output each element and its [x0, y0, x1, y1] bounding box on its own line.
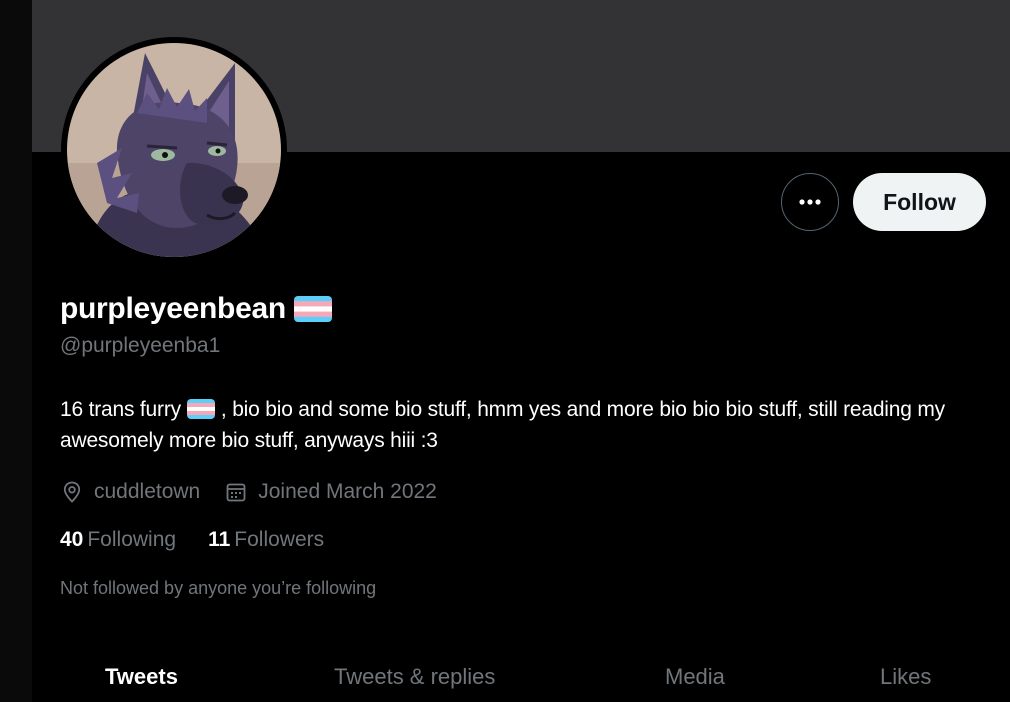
profile-bio: 16 trans furry, bio bio and some bio stu…: [60, 394, 990, 456]
tab-media[interactable]: Media: [665, 664, 725, 690]
tab-tweets[interactable]: Tweets: [105, 664, 178, 690]
followers-label: Followers: [234, 528, 325, 551]
more-options-icon: [799, 199, 821, 205]
calendar-icon: [226, 483, 246, 502]
user-handle: @purpleyeenba1: [60, 334, 221, 357]
display-name-text: purpleyeenbean: [60, 292, 286, 325]
left-edge: [0, 0, 32, 702]
avatar[interactable]: [61, 37, 287, 263]
bio-text-start: 16 trans furry: [60, 398, 181, 421]
location-text: cuddletown: [94, 480, 201, 503]
profile-meta: cuddletown Joined March 2022: [60, 476, 461, 508]
display-name: purpleyeenbean: [60, 292, 332, 326]
profile-tabs: Tweets Tweets & replies Media Likes: [32, 656, 1010, 702]
more-options-button[interactable]: [781, 173, 839, 231]
avatar-image: [67, 43, 281, 257]
tab-likes[interactable]: Likes: [880, 664, 931, 690]
follow-stats: 40 Following 11 Followers: [60, 528, 356, 552]
following-count: 40: [60, 528, 84, 551]
location-pin-icon: [63, 481, 81, 503]
join-date: Joined March 2022: [224, 480, 437, 504]
join-date-text: Joined March 2022: [258, 480, 437, 503]
location: cuddletown: [60, 480, 200, 504]
tab-tweets-replies[interactable]: Tweets & replies: [334, 664, 495, 690]
trans-flag-icon: [186, 399, 215, 419]
not-followed-notice: Not followed by anyone you’re following: [60, 578, 377, 598]
follow-button[interactable]: Follow: [853, 173, 986, 231]
followers-link[interactable]: 11 Followers: [208, 528, 324, 552]
followers-count: 11: [208, 528, 231, 551]
following-link[interactable]: 40 Following: [60, 528, 176, 552]
following-label: Following: [87, 528, 177, 551]
trans-flag-icon: [293, 296, 332, 322]
